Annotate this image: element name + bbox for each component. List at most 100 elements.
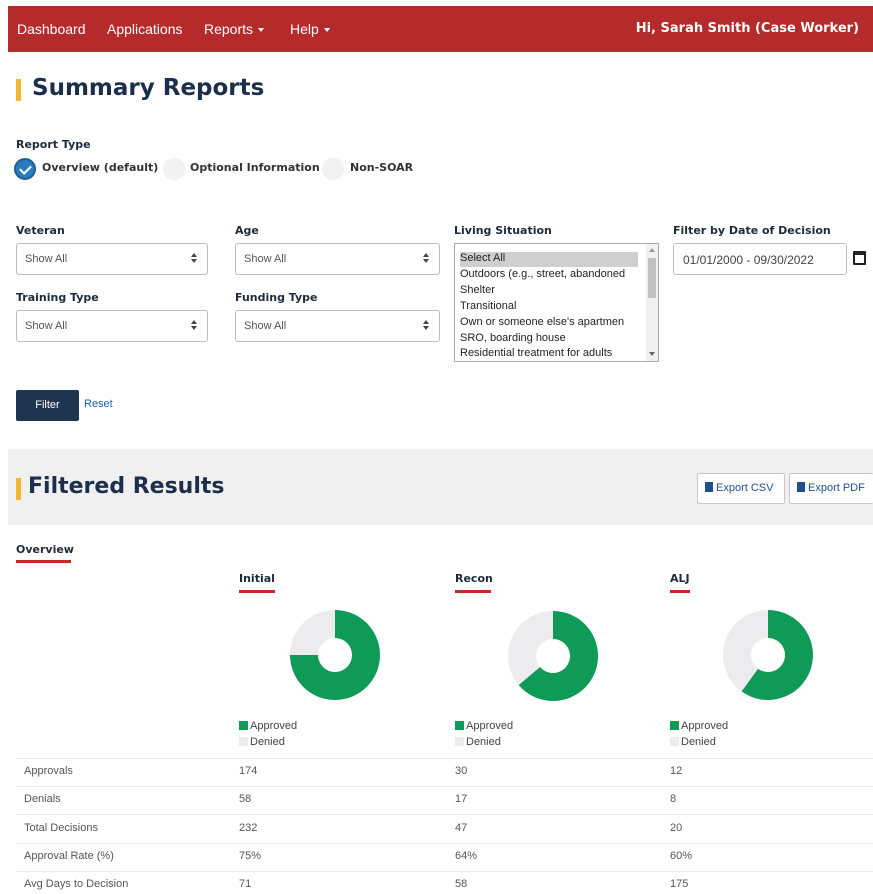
sort-arrows-icon: [423, 320, 429, 332]
age-label: Age: [235, 224, 259, 237]
legend-approved-label: Approved: [466, 720, 514, 732]
title-accent-bar: [16, 478, 21, 500]
column-head-recon: Recon: [455, 572, 493, 585]
training-type-value: Show All: [25, 320, 68, 332]
sort-arrows-icon: [423, 253, 429, 265]
table-cell: 47: [455, 822, 468, 834]
sort-arrows-icon: [191, 253, 197, 265]
donut-chart-alj: [723, 610, 813, 700]
row-label-denials: Denials: [24, 793, 61, 805]
legend-denied: Denied: [455, 736, 501, 748]
table-cell: 64%: [455, 850, 478, 862]
top-navbar: Dashboard Applications Reports Help Hi, …: [8, 6, 873, 52]
export-csv-label: Export CSV: [716, 482, 774, 494]
living-option[interactable]: Select All: [460, 252, 638, 267]
row-divider: [16, 758, 873, 759]
scroll-up-icon[interactable]: [649, 248, 655, 252]
funding-type-label: Funding Type: [235, 291, 318, 304]
table-cell: 60%: [670, 850, 693, 862]
veteran-label: Veteran: [16, 224, 65, 237]
legend-swatch-denied: [239, 737, 248, 746]
scrollbar-thumb[interactable]: [648, 258, 656, 298]
table-cell: 71: [239, 878, 252, 890]
tab-active-underline: [16, 560, 71, 563]
funding-type-value: Show All: [244, 320, 287, 332]
listbox-scrollbar[interactable]: [646, 244, 658, 361]
radio-optional-information-label[interactable]: Optional Information: [190, 161, 320, 174]
legend-approved: Approved: [455, 720, 513, 732]
export-pdf-button[interactable]: Export PDF: [789, 473, 873, 504]
living-situation-label: Living Situation: [454, 224, 552, 237]
column-head-initial: Initial: [239, 572, 275, 585]
scroll-down-icon[interactable]: [649, 352, 655, 356]
table-cell: 58: [239, 793, 252, 805]
living-situation-listbox[interactable]: Select All Outdoors (e.g., street, aband…: [454, 243, 659, 362]
nav-reports-dropdown[interactable]: Reports: [204, 21, 265, 37]
legend-swatch-approved: [670, 721, 679, 730]
living-option[interactable]: SRO, boarding house: [460, 332, 640, 347]
living-option[interactable]: Outdoors (e.g., street, abandoned: [460, 268, 640, 283]
row-divider: [16, 786, 873, 787]
nav-dashboard[interactable]: Dashboard: [17, 21, 86, 37]
legend-denied: Denied: [670, 736, 716, 748]
table-cell: 174: [239, 765, 258, 777]
file-pdf-icon: [797, 482, 805, 492]
reset-link[interactable]: Reset: [84, 398, 113, 410]
filter-button[interactable]: Filter: [16, 390, 79, 421]
radio-non-soar[interactable]: [322, 158, 344, 180]
title-accent-bar: [16, 79, 21, 101]
export-csv-button[interactable]: Export CSV: [697, 473, 785, 504]
nav-help-dropdown[interactable]: Help: [290, 21, 330, 37]
living-option[interactable]: Own or someone else's apartmen: [460, 316, 640, 331]
file-csv-icon: [705, 482, 713, 492]
radio-overview-label[interactable]: Overview (default): [42, 161, 158, 174]
report-type-label: Report Type: [16, 138, 91, 151]
living-option[interactable]: Residential treatment for adults: [460, 347, 640, 361]
legend-denied-label: Denied: [466, 736, 501, 748]
row-label-approvals: Approvals: [24, 765, 73, 777]
export-pdf-label: Export PDF: [808, 482, 865, 494]
column-underline: [455, 590, 491, 593]
donut-slice-denied: [290, 610, 335, 655]
column-underline: [239, 590, 275, 593]
table-cell: 232: [239, 822, 258, 834]
living-option[interactable]: Transitional: [460, 300, 640, 315]
radio-overview[interactable]: [14, 158, 36, 180]
donut-chart-recon: [508, 611, 598, 701]
funding-type-select[interactable]: Show All: [235, 310, 440, 342]
calendar-icon[interactable]: [853, 251, 866, 265]
age-select[interactable]: Show All: [235, 243, 440, 275]
nav-applications[interactable]: Applications: [107, 21, 183, 37]
age-select-value: Show All: [244, 253, 287, 265]
veteran-select-value: Show All: [25, 253, 68, 265]
table-cell: 12: [670, 765, 683, 777]
legend-swatch-denied: [670, 737, 679, 746]
tab-overview[interactable]: Overview: [16, 543, 74, 556]
user-greeting[interactable]: Hi, Sarah Smith (Case Worker): [636, 21, 859, 36]
page-title: Summary Reports: [32, 75, 265, 101]
column-head-alj: ALJ: [670, 572, 690, 585]
table-cell: 20: [670, 822, 683, 834]
row-label-approval-rate: Approval Rate (%): [24, 850, 114, 862]
row-divider: [16, 814, 873, 815]
sort-arrows-icon: [191, 320, 197, 332]
radio-non-soar-label[interactable]: Non-SOAR: [350, 161, 413, 174]
donut-chart-initial: [290, 610, 380, 700]
legend-approved: Approved: [670, 720, 728, 732]
nav-help-label: Help: [290, 21, 319, 37]
row-label-avg-days: Avg Days to Decision: [24, 878, 129, 890]
legend-denied-label: Denied: [250, 736, 285, 748]
date-filter-label: Filter by Date of Decision: [673, 224, 831, 237]
row-divider: [16, 843, 873, 844]
training-type-select[interactable]: Show All: [16, 310, 208, 342]
chevron-down-icon: [323, 28, 330, 33]
date-range-input[interactable]: 01/01/2000 - 09/30/2022: [673, 243, 847, 275]
veteran-select[interactable]: Show All: [16, 243, 208, 275]
living-option[interactable]: Shelter: [460, 284, 640, 299]
table-cell: 75%: [239, 850, 262, 862]
radio-optional-information[interactable]: [163, 158, 185, 180]
results-title: Filtered Results: [28, 474, 225, 499]
row-label-total-decisions: Total Decisions: [24, 822, 98, 834]
row-divider: [16, 871, 873, 872]
nav-reports-label: Reports: [204, 21, 254, 37]
